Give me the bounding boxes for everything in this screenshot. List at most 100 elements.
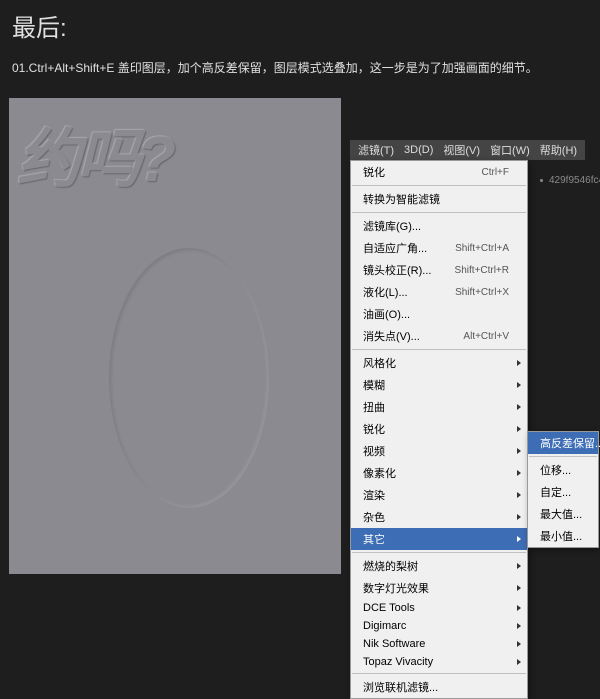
shortcut-label: Ctrl+F <box>482 167 510 178</box>
menu-label: 浏览联机滤镜... <box>363 679 438 695</box>
instruction-text: 01.Ctrl+Alt+Shift+E 盖印图层，加个高反差保留，图层模式选叠加… <box>12 59 588 77</box>
menu-label: 渲染 <box>363 487 385 503</box>
menu-label: 杂色 <box>363 509 385 525</box>
shortcut-label: Shift+Ctrl+X <box>455 287 509 298</box>
filter-menu: 锐化 Ctrl+F 转换为智能滤镜 滤镜库(G)... 自适应广角... Shi… <box>350 160 528 699</box>
chevron-right-icon <box>517 382 521 388</box>
menu-label: 燃烧的梨树 <box>363 558 418 574</box>
emboss-figure <box>109 248 269 508</box>
menu-label: 镜头校正(R)... <box>363 262 431 278</box>
submenu-offset[interactable]: 位移... <box>528 459 598 481</box>
menu-sharpen[interactable]: 锐化 <box>351 418 527 440</box>
menubar-window[interactable]: 窗口(W) <box>486 142 534 158</box>
canvas-preview: 约吗? <box>9 98 341 574</box>
chevron-right-icon <box>517 659 521 665</box>
chevron-right-icon <box>517 641 521 647</box>
menubar-3d[interactable]: 3D(D) <box>400 144 437 156</box>
chevron-right-icon <box>517 585 521 591</box>
menu-label: 数字灯光效果 <box>363 580 429 596</box>
menu-topaz[interactable]: Topaz Vivacity <box>351 653 527 671</box>
menu-label: 最大值... <box>540 506 582 522</box>
menu-digital-light[interactable]: 数字灯光效果 <box>351 577 527 599</box>
menubar-filter[interactable]: 滤镜(T) <box>354 142 398 158</box>
menu-label: 油画(O)... <box>363 306 410 322</box>
chevron-right-icon <box>517 605 521 611</box>
menu-label: 其它 <box>363 531 385 547</box>
submenu-high-pass[interactable]: 高反差保留... <box>528 432 598 454</box>
submenu-minimum[interactable]: 最小值... <box>528 525 598 547</box>
side-hash: 429f9546fc4e <box>549 175 600 186</box>
menu-other[interactable]: 其它 <box>351 528 527 550</box>
menu-separator <box>529 456 597 457</box>
menu-video[interactable]: 视频 <box>351 440 527 462</box>
menu-label: 扭曲 <box>363 399 385 415</box>
menu-pixelate[interactable]: 像素化 <box>351 462 527 484</box>
menu-sharpen-last[interactable]: 锐化 Ctrl+F <box>351 161 527 183</box>
menu-label: 锐化 <box>363 421 385 437</box>
menu-label: 滤镜库(G)... <box>363 218 421 234</box>
menu-label: 位移... <box>540 462 571 478</box>
menu-liquify[interactable]: 液化(L)... Shift+Ctrl+X <box>351 281 527 303</box>
menu-vanishing-point[interactable]: 消失点(V)... Alt+Ctrl+V <box>351 325 527 347</box>
menu-separator <box>352 212 526 213</box>
side-info: 429f9546fc4e <box>540 175 600 186</box>
chevron-right-icon <box>517 470 521 476</box>
dot-icon <box>540 179 543 182</box>
menu-label: 像素化 <box>363 465 396 481</box>
menu-label: 高反差保留... <box>540 435 600 451</box>
menu-separator <box>352 673 526 674</box>
menu-digimarc[interactable]: Digimarc <box>351 617 527 635</box>
submenu-maximum[interactable]: 最大值... <box>528 503 598 525</box>
chevron-right-icon <box>517 448 521 454</box>
menu-label: 消失点(V)... <box>363 328 420 344</box>
menu-label: Nik Software <box>363 638 425 650</box>
menubar-help[interactable]: 帮助(H) <box>536 142 581 158</box>
menu-label: 转换为智能滤镜 <box>363 191 440 207</box>
menu-label: 视频 <box>363 443 385 459</box>
menu-label: Topaz Vivacity <box>363 656 433 668</box>
other-submenu: 高反差保留... 位移... 自定... 最大值... 最小值... <box>527 431 599 548</box>
menu-label: 自适应广角... <box>363 240 427 256</box>
app-menubar: 滤镜(T) 3D(D) 视图(V) 窗口(W) 帮助(H) <box>350 140 585 160</box>
menu-separator <box>352 552 526 553</box>
chevron-right-icon <box>517 623 521 629</box>
chevron-right-icon <box>517 426 521 432</box>
menu-label: 液化(L)... <box>363 284 408 300</box>
chevron-right-icon <box>517 360 521 366</box>
chevron-right-icon <box>517 404 521 410</box>
menu-render[interactable]: 渲染 <box>351 484 527 506</box>
menu-stylize[interactable]: 风格化 <box>351 352 527 374</box>
menu-label: 最小值... <box>540 528 582 544</box>
menu-oil-paint[interactable]: 油画(O)... <box>351 303 527 325</box>
menu-label: 模糊 <box>363 377 385 393</box>
menu-lens-correction[interactable]: 镜头校正(R)... Shift+Ctrl+R <box>351 259 527 281</box>
shortcut-label: Alt+Ctrl+V <box>463 331 509 342</box>
menu-browse-online[interactable]: 浏览联机滤镜... <box>351 676 527 698</box>
menubar-view[interactable]: 视图(V) <box>439 142 484 158</box>
shortcut-label: Shift+Ctrl+R <box>455 265 509 276</box>
chevron-right-icon <box>517 536 521 542</box>
chevron-right-icon <box>517 492 521 498</box>
menu-label: 风格化 <box>363 355 396 371</box>
page-title: 最后: <box>12 8 588 43</box>
menu-burning-pear[interactable]: 燃烧的梨树 <box>351 555 527 577</box>
menu-separator <box>352 185 526 186</box>
submenu-custom[interactable]: 自定... <box>528 481 598 503</box>
menu-filter-gallery[interactable]: 滤镜库(G)... <box>351 215 527 237</box>
menu-dce-tools[interactable]: DCE Tools <box>351 599 527 617</box>
menu-label: DCE Tools <box>363 602 415 614</box>
menu-convert-smart[interactable]: 转换为智能滤镜 <box>351 188 527 210</box>
menu-noise[interactable]: 杂色 <box>351 506 527 528</box>
menu-blur[interactable]: 模糊 <box>351 374 527 396</box>
menu-label: 锐化 <box>363 164 385 180</box>
menu-label: Digimarc <box>363 620 406 632</box>
menu-distort[interactable]: 扭曲 <box>351 396 527 418</box>
emboss-text: 约吗? <box>17 108 172 200</box>
chevron-right-icon <box>517 563 521 569</box>
shortcut-label: Shift+Ctrl+A <box>455 243 509 254</box>
menu-label: 自定... <box>540 484 571 500</box>
menu-adaptive-wide[interactable]: 自适应广角... Shift+Ctrl+A <box>351 237 527 259</box>
menu-separator <box>352 349 526 350</box>
menu-nik[interactable]: Nik Software <box>351 635 527 653</box>
chevron-right-icon <box>517 514 521 520</box>
